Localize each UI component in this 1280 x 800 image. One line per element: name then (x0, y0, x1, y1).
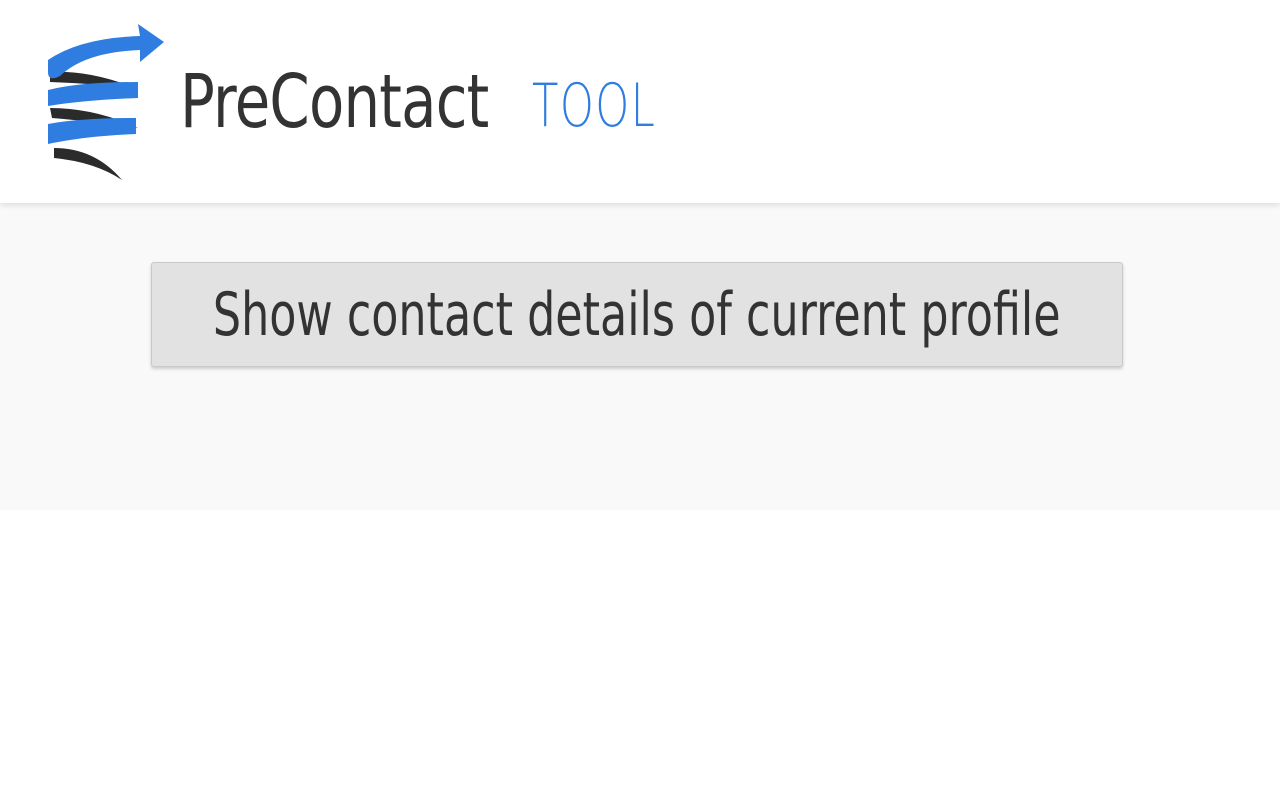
brand-logo-text: PreContact TOOL (180, 59, 655, 145)
header: PreContact TOOL (0, 0, 1280, 203)
brand-name-sub: TOOL (532, 71, 657, 141)
main-content: Show contact details of current profile (0, 203, 1280, 510)
spiral-arrow-icon (40, 20, 170, 185)
brand-name-main: PreContact (180, 59, 489, 145)
show-contact-details-label: Show contact details of current profile (213, 279, 1061, 350)
show-contact-details-button[interactable]: Show contact details of current profile (151, 262, 1123, 367)
blank-area (0, 510, 1280, 800)
